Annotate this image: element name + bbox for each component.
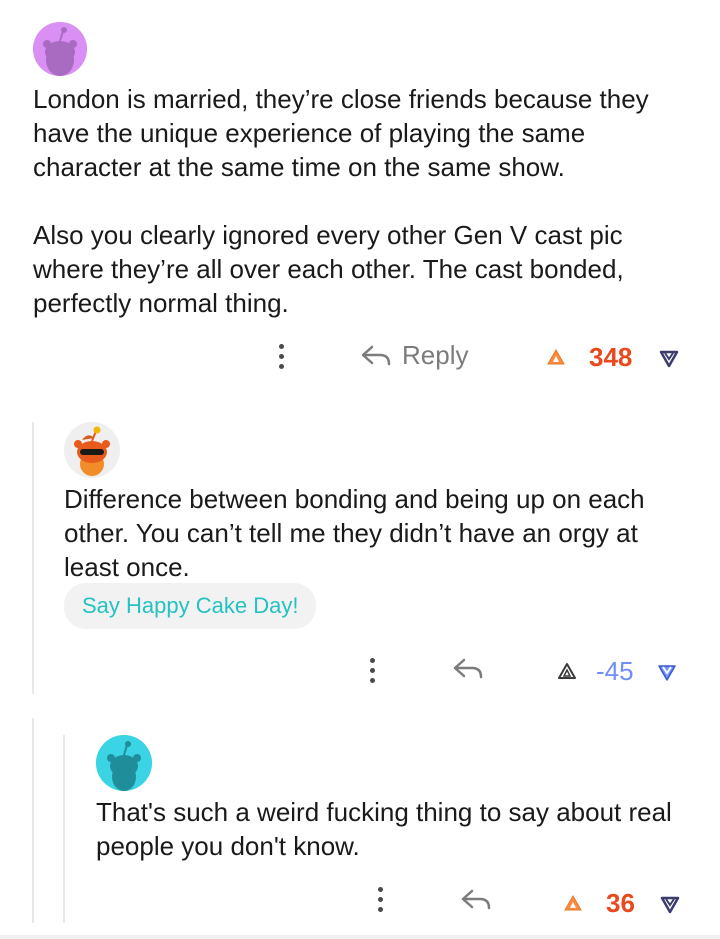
comment-body: London is married, they’re close friends… (33, 84, 649, 318)
cake-day-button[interactable]: Say Happy Cake Day! (64, 583, 317, 629)
vote-controls: 348 (545, 342, 680, 373)
reply-arrow-icon (453, 658, 483, 679)
vote-score: 36 (606, 888, 635, 918)
snoo-avatar-icon (96, 735, 152, 791)
cake-day-label: Say Happy Cake Day! (82, 593, 299, 618)
downvote-icon[interactable] (658, 347, 680, 369)
reply-button[interactable]: Reply (360, 340, 468, 371)
upvote-icon[interactable] (556, 661, 578, 683)
reply-arrow-icon (461, 889, 491, 910)
upvote-icon[interactable] (545, 347, 567, 369)
more-options-icon[interactable] (276, 344, 286, 369)
reply-label: Reply (402, 340, 469, 370)
reply-button[interactable] (452, 656, 484, 682)
comment-3: That's such a weird fucking thing to say… (0, 700, 720, 939)
vote-score: 348 (589, 342, 633, 372)
avatar[interactable] (33, 22, 87, 76)
vote-controls: -45 (556, 656, 678, 687)
reply-button[interactable] (460, 887, 492, 913)
avatar[interactable] (96, 735, 152, 791)
bottom-divider (0, 935, 720, 939)
more-options-icon[interactable] (367, 658, 377, 683)
upvote-icon[interactable] (562, 893, 584, 915)
comment-2: Difference between bonding and being up … (0, 400, 720, 700)
snoo-avatar-icon (64, 422, 120, 478)
comment-body: That's such a weird fucking thing to say… (96, 797, 680, 861)
snoo-avatar-icon (33, 22, 87, 76)
reply-arrow-icon (361, 345, 391, 365)
comment-1: London is married, they’re close friends… (0, 0, 720, 400)
vote-controls: 36 (562, 888, 681, 919)
downvote-icon[interactable] (659, 893, 681, 915)
more-options-icon[interactable] (375, 887, 385, 912)
avatar[interactable] (64, 422, 120, 478)
downvote-icon[interactable] (656, 661, 678, 683)
comment-body: Difference between bonding and being up … (64, 484, 652, 582)
vote-score: -45 (596, 656, 634, 686)
